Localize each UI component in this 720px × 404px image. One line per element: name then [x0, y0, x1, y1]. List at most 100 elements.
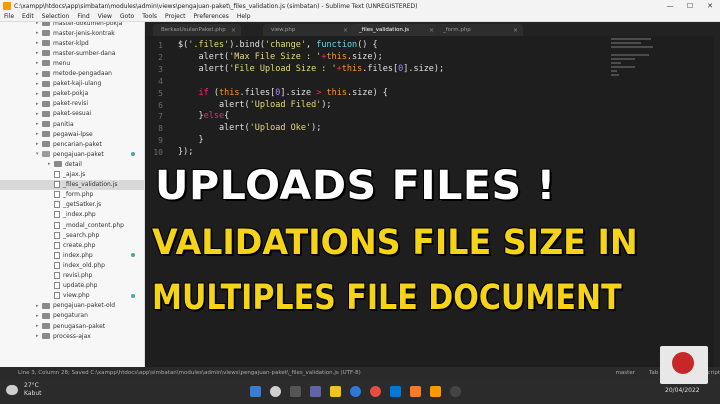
sidebar-item[interactable]: ▾ pengajuan-paket [0, 149, 144, 159]
weather-widget[interactable]: 27°C Kabut [24, 382, 41, 398]
line-number: 8 [158, 124, 163, 134]
channel-logo [660, 346, 708, 384]
code-line[interactable]: } [178, 135, 203, 145]
code-line[interactable]: alert('Max File Size : '+this.size); [178, 52, 382, 62]
folder-icon [54, 161, 62, 168]
sidebar-item[interactable]: ▸ paket-kaji-ulang [0, 79, 144, 89]
file-explorer-icon[interactable] [330, 386, 341, 397]
code-line[interactable]: $('.files').bind('change', function() { [178, 40, 378, 50]
file-icon [54, 272, 60, 279]
sidebar-item[interactable]: revisi.php [0, 271, 144, 281]
menu-preferences[interactable]: Preferences [194, 13, 229, 20]
sidebar-item[interactable]: create.php [0, 240, 144, 250]
sidebar-item-label: _index.php [63, 211, 96, 219]
sublime-app-icon [3, 2, 11, 10]
tab-close-icon[interactable]: × [231, 27, 236, 34]
sidebar-item[interactable]: _form.php [0, 190, 144, 200]
sidebar-item[interactable]: ▸ master-jenis-kontrak [0, 28, 144, 38]
file-icon [54, 221, 60, 229]
tab-view-php[interactable]: view.php × [263, 24, 353, 36]
minimize-icon[interactable]: — [660, 0, 680, 12]
code-line[interactable]: alert('File Upload Size : '+this.files[0… [178, 64, 444, 74]
sidebar-item-label: menu [53, 59, 71, 67]
teams-icon[interactable] [310, 386, 321, 397]
sidebar-item[interactable]: ▸ master-sumber-dana [0, 48, 144, 58]
clock-date[interactable]: 20/04/2022 [665, 387, 700, 394]
sidebar-item[interactable]: ▸ metode-pengadaan [0, 69, 144, 79]
menu-edit[interactable]: Edit [22, 13, 34, 20]
menu-selection[interactable]: Selection [42, 13, 70, 20]
code-line[interactable]: alert('Upload Filed'); [178, 100, 332, 110]
minimap[interactable] [611, 38, 671, 98]
windows-start-icon[interactable] [250, 386, 261, 397]
menu-goto[interactable]: Goto [120, 13, 134, 20]
menu-project[interactable]: Project [165, 13, 186, 20]
folder-icon [42, 90, 50, 97]
sidebar-item[interactable]: update.php [0, 281, 144, 291]
sidebar-item-label: pegawai-lpse [53, 130, 93, 138]
overlay-subheading-2: MULTIPLES FILE DOCUMENT [152, 278, 622, 318]
tab-close-icon[interactable]: × [429, 27, 434, 34]
folder-icon [42, 302, 50, 309]
menu-tools[interactable]: Tools [142, 13, 157, 20]
line-number: 5 [158, 88, 163, 98]
line-number: 7 [158, 112, 163, 122]
obs-icon[interactable] [450, 386, 461, 397]
folder-icon [42, 110, 50, 117]
sidebar-item[interactable]: ▸ pencarian-paket [0, 139, 144, 149]
tab-close-icon[interactable]: × [343, 27, 348, 34]
edge-icon[interactable] [350, 386, 361, 397]
code-line[interactable]: alert('Upload Oke'); [178, 123, 321, 133]
sidebar-item[interactable]: index.php [0, 250, 144, 260]
sidebar-item[interactable]: ▸ pengajuan-paket-old [0, 301, 144, 311]
weather-icon[interactable] [6, 385, 18, 395]
vertical-scrollbar[interactable] [714, 36, 720, 367]
sidebar-item[interactable]: ▸ menu [0, 58, 144, 68]
git-branch[interactable]: master [616, 370, 635, 376]
sidebar-item[interactable]: ▸ panitia [0, 119, 144, 129]
code-line[interactable]: }); [178, 147, 193, 157]
sidebar-item[interactable]: ▸ master-klpd [0, 38, 144, 48]
line-number: 3 [158, 64, 163, 74]
maximize-icon[interactable]: ☐ [680, 0, 700, 12]
search-icon[interactable] [270, 386, 281, 397]
sidebar-item[interactable]: _getSatker.js [0, 200, 144, 210]
sidebar-item[interactable]: _index.php [0, 210, 144, 220]
tab-files-validation[interactable]: _files_validation.js × [351, 24, 439, 36]
sidebar-item[interactable]: index_old.php [0, 260, 144, 270]
sidebar-item[interactable]: ▸ detail [0, 159, 144, 169]
sidebar-item[interactable]: ▸ pegawai-lpse [0, 129, 144, 139]
close-icon[interactable]: ✕ [700, 0, 720, 12]
sidebar-item[interactable]: ▸ master-dokumen-pokja [0, 22, 144, 28]
xampp-icon[interactable] [410, 386, 421, 397]
sidebar-item[interactable]: ▸ process-ajax [0, 331, 144, 341]
code-line[interactable]: }else{ [178, 111, 229, 121]
menu-help[interactable]: Help [237, 13, 251, 20]
sidebar-item[interactable]: ▸ paket-revisi [0, 99, 144, 109]
code-line[interactable]: if (this.files[0].size > this.size) { [178, 88, 387, 98]
sidebar-item[interactable]: _ajax.js [0, 170, 144, 180]
store-icon[interactable] [390, 386, 401, 397]
sidebar-item[interactable]: ▸ paket-pokja [0, 89, 144, 99]
sidebar-item-label: master-dokumen-pokja [53, 22, 123, 27]
tab-berkas-usulan[interactable]: BerkasUsulanPaket.php × [153, 24, 241, 36]
menu-file[interactable]: File [4, 13, 14, 20]
tab-close-icon[interactable]: × [513, 27, 518, 34]
menu-view[interactable]: View [98, 13, 112, 20]
sublime-taskbar-icon[interactable] [430, 386, 441, 397]
sidebar-item[interactable]: _modal_content.php [0, 220, 144, 230]
line-number: 2 [158, 52, 163, 62]
sidebar-item[interactable]: _search.php [0, 230, 144, 240]
menu-find[interactable]: Find [77, 13, 89, 20]
sidebar-item[interactable]: ▸ pengaturan [0, 311, 144, 321]
tab-form-php[interactable]: _form.php × [435, 24, 523, 36]
sidebar-item[interactable]: _files_validation.js [0, 179, 144, 190]
sidebar-item[interactable]: view.php [0, 291, 144, 301]
modified-dot-icon [131, 293, 135, 298]
sidebar-item[interactable]: ▸ paket-sesuai [0, 109, 144, 119]
task-view-icon[interactable] [290, 386, 301, 397]
sidebar-item[interactable]: ▸ penugasan-paket [0, 321, 144, 331]
file-icon [54, 241, 60, 249]
chrome-icon[interactable] [370, 386, 381, 397]
sidebar-item-label: pengaturan [53, 312, 88, 320]
